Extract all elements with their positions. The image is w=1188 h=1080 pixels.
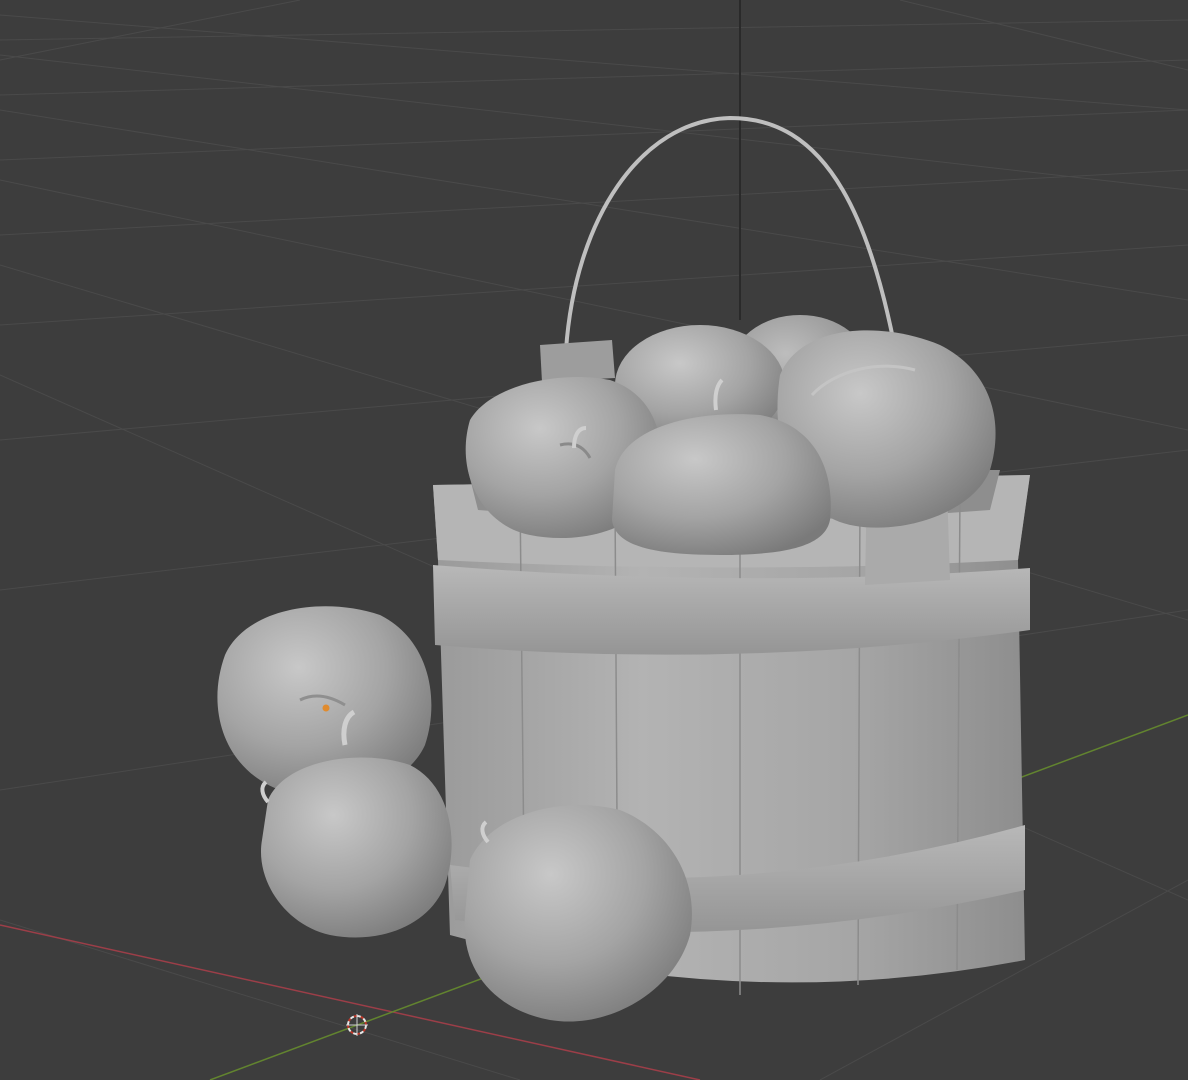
apple-ground-front-right[interactable]	[464, 805, 692, 1022]
apple-in-bucket-front[interactable]	[612, 414, 831, 555]
viewport-scene[interactable]	[0, 0, 1188, 1080]
blender-3d-viewport[interactable]	[0, 0, 1188, 1080]
object-origin-dot	[322, 704, 330, 712]
apple-ground-front-left[interactable]	[260, 757, 452, 938]
